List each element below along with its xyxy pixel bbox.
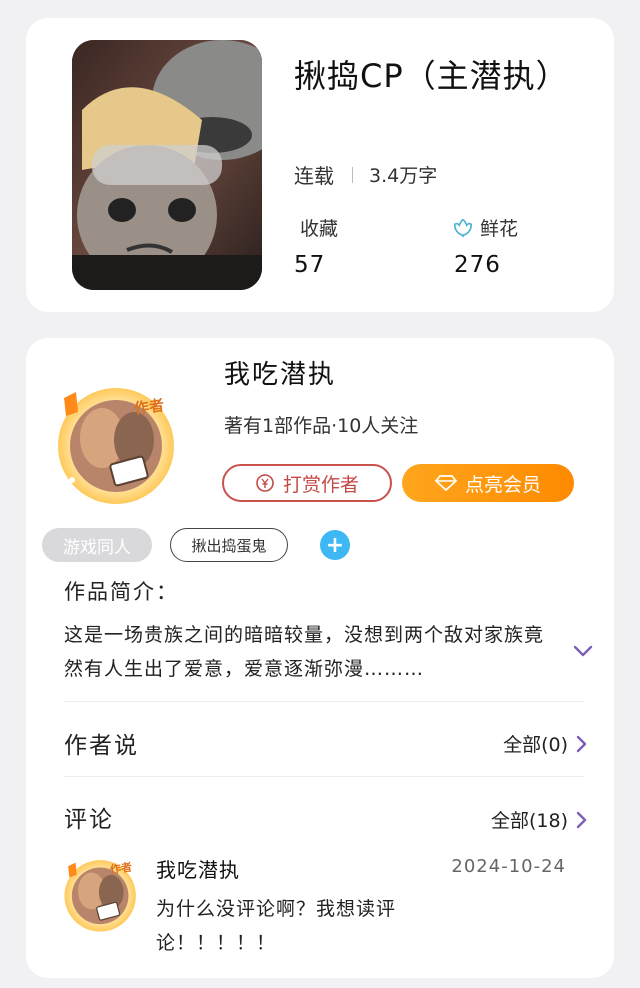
book-title: 揪捣CP（主潜执）	[294, 57, 569, 95]
diamond-icon	[435, 475, 457, 491]
intro-text: 这是一场贵族之间的暗暗较量，没想到两个敌对家族竟然有人生出了爱意，爱意逐渐弥漫……	[64, 624, 545, 680]
become-vip-button[interactable]: 点亮会员	[402, 464, 574, 502]
chevron-down-icon[interactable]	[572, 640, 594, 662]
tip-author-button[interactable]: 打赏作者	[222, 464, 392, 502]
favorites-count: 57	[294, 252, 326, 278]
comment-author-badge: 作者	[109, 860, 133, 877]
author-stats: 著有1部作品·10人关注	[224, 415, 419, 437]
author-badge: 作者	[132, 395, 166, 418]
comments-count: 全部(18)	[490, 810, 568, 832]
flowers-count: 276	[454, 252, 501, 278]
cover-illustration	[72, 40, 262, 290]
flower-outline-icon	[453, 218, 473, 237]
add-tag-button[interactable]: +	[320, 530, 350, 560]
author-says-count: 全部(0)	[503, 734, 568, 756]
author-name[interactable]: 我吃潜执	[224, 354, 336, 391]
comment-timestamp: 2024-10-24	[451, 856, 566, 877]
section-divider	[64, 701, 584, 702]
plus-icon: +	[325, 532, 345, 558]
chevron-right-icon	[576, 735, 587, 752]
author-says-title: 作者说	[64, 733, 139, 759]
comment-author-name[interactable]: 我吃潜执	[156, 854, 240, 883]
author-avatar[interactable]: 作者	[54, 378, 184, 508]
comment-avatar[interactable]: 作者	[62, 854, 142, 934]
tag-game-fanfic[interactable]: 游戏同人	[42, 528, 152, 562]
book-info-card: 揪捣CP（主潜执） 连载 3.4万字 收藏 57 鲜花 276	[26, 18, 614, 312]
flowers-label: 鲜花	[480, 218, 519, 240]
meta-divider	[352, 166, 353, 183]
book-word-count: 3.4万字	[369, 165, 438, 187]
become-vip-label: 点亮会员	[464, 473, 541, 496]
section-divider	[64, 776, 584, 777]
book-meta: 连载 3.4万字	[294, 160, 437, 189]
intro-title: 作品简介：	[64, 580, 179, 604]
tag-find-troublemaker[interactable]: 揪出捣蛋鬼	[170, 528, 288, 562]
comment-text: 为什么没评论啊？我想读评论！！！！！	[156, 898, 397, 954]
favorites-label: 收藏	[300, 218, 339, 240]
comments-all-link[interactable]: 全部(18)	[491, 806, 588, 833]
author-says-all-link[interactable]: 全部(0)	[503, 730, 588, 757]
comments-title: 评论	[64, 807, 114, 833]
coin-icon	[256, 474, 274, 492]
flowers-button[interactable]: 鲜花	[452, 214, 518, 241]
book-cover-image[interactable]	[72, 40, 262, 290]
tip-author-label: 打赏作者	[282, 473, 359, 496]
book-status: 连载	[294, 164, 334, 188]
avatar-image	[58, 388, 174, 504]
author-details-card: 作者 我吃潜执 著有1部作品·10人关注 打赏作者 点亮会员 游戏同人 揪出捣蛋…	[26, 338, 614, 978]
chevron-right-icon	[576, 811, 587, 828]
